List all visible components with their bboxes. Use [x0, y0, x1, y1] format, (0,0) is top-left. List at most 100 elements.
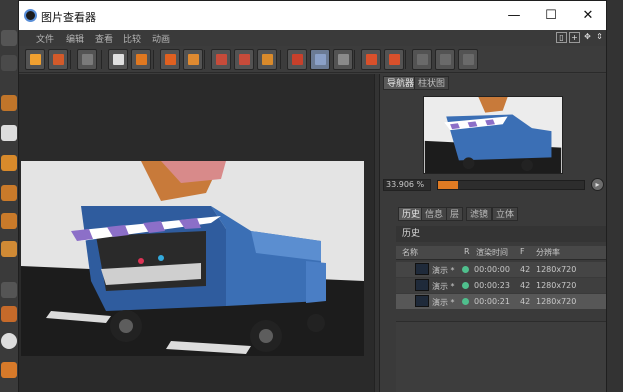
menu-file[interactable]: 文件 — [36, 32, 54, 45]
tab-layers[interactable]: 层 — [446, 207, 464, 221]
picture-viewer-window: 图片查看器 — ☐ ✕ 文件 编辑 查看 比较 动画 ▯ + ✥ ⇕ 导航器 柱… — [18, 0, 607, 392]
split-icon — [315, 54, 326, 65]
menu-edit[interactable]: 编辑 — [66, 32, 84, 45]
row-frame: 42 — [520, 297, 531, 306]
panel-layout-icon[interactable]: ▯ — [556, 32, 567, 43]
row-name: 演示 * — [432, 266, 455, 275]
mouse-icon[interactable] — [1, 306, 17, 322]
dim-1-button[interactable] — [412, 49, 432, 70]
split-button[interactable] — [310, 49, 330, 70]
export-icon — [136, 54, 147, 65]
tab-stereo[interactable]: 立体 — [492, 207, 519, 221]
render-thumbnail — [415, 279, 429, 291]
render-status-icon — [462, 298, 469, 305]
row-name: 演示 * — [432, 282, 455, 291]
history-column-header: 名称 R 渲染时间 F 分辨率 — [396, 246, 606, 260]
menu-view[interactable]: 查看 — [95, 32, 113, 45]
cube-icon[interactable] — [1, 185, 17, 201]
minimize-button[interactable]: — — [499, 6, 529, 26]
zoom-reset-button[interactable]: ▸ — [591, 178, 604, 191]
tab-navigator[interactable]: 导航器 — [383, 76, 419, 90]
open-folder-button[interactable] — [25, 49, 45, 70]
zoom-slider[interactable] — [437, 180, 585, 190]
swap-button[interactable] — [333, 49, 353, 70]
save-icon — [53, 54, 64, 65]
tab-histogram[interactable]: 柱状图 — [414, 76, 450, 90]
compare-ab-button[interactable] — [287, 49, 307, 70]
save-button[interactable] — [48, 49, 68, 70]
set-a-button[interactable] — [361, 49, 381, 70]
row-resolution: 1280x720 — [536, 297, 577, 306]
background-app-rightstrip — [607, 0, 623, 392]
render-status-icon — [462, 266, 469, 273]
grid-icon — [82, 54, 93, 65]
grid-icon[interactable] — [1, 155, 17, 171]
add-panel-icon[interactable]: + — [569, 32, 580, 43]
render-thumbnail — [415, 295, 429, 307]
magnet-icon[interactable] — [1, 362, 17, 378]
frame-a-button[interactable] — [211, 49, 231, 70]
history-row[interactable]: 演示 * 00:00:21 42 1280x720 — [396, 294, 606, 309]
row-resolution: 1280x720 — [536, 265, 577, 274]
open-folder-icon — [30, 54, 41, 65]
set-b-icon — [389, 54, 400, 65]
toolbar — [19, 46, 606, 73]
row-resolution: 1280x720 — [536, 281, 577, 290]
paste-button[interactable] — [183, 49, 203, 70]
row-frame: 42 — [520, 281, 531, 290]
menu-animation[interactable]: 动画 — [152, 32, 170, 45]
tool-icon[interactable] — [1, 282, 17, 298]
copy-button[interactable] — [160, 49, 180, 70]
expand-panel-icon[interactable]: ⇕ — [594, 32, 605, 43]
image-viewport[interactable] — [19, 74, 374, 392]
rendered-image — [21, 161, 364, 356]
s-icon[interactable] — [1, 333, 17, 349]
tab-info[interactable]: 信息 — [421, 207, 448, 221]
history-row[interactable]: 演示 * 00:00:00 42 1280x720 — [396, 262, 606, 277]
move-button[interactable] — [108, 49, 128, 70]
frame-b-icon — [239, 54, 250, 65]
render-button[interactable] — [257, 49, 277, 70]
move-panel-icon[interactable]: ✥ — [582, 32, 593, 43]
set-a-icon — [366, 54, 377, 65]
dim-2-icon — [440, 54, 451, 65]
menu-bar: 文件 编辑 查看 比较 动画 ▯ + ✥ ⇕ — [19, 30, 606, 46]
swap-icon — [338, 54, 349, 65]
cube-icon[interactable] — [1, 95, 17, 111]
close-button[interactable]: ✕ — [573, 6, 603, 26]
column-r[interactable]: R — [464, 247, 470, 256]
menu-compare[interactable]: 比较 — [123, 32, 141, 45]
set-b-button[interactable] — [384, 49, 404, 70]
copy-icon — [165, 54, 176, 65]
cube-icon[interactable] — [1, 213, 17, 229]
toolbar-separator — [70, 50, 71, 69]
column-render-time[interactable]: 渲染时间 — [476, 247, 508, 258]
row-time: 00:00:23 — [474, 281, 510, 290]
frame-a-icon — [216, 54, 227, 65]
column-f[interactable]: F — [520, 247, 525, 256]
tool-icon[interactable] — [1, 30, 17, 46]
zoom-row: 33.906 % ▸ — [380, 178, 606, 192]
column-name[interactable]: 名称 — [402, 247, 418, 258]
dim-2-button[interactable] — [435, 49, 455, 70]
zoom-input[interactable]: 33.906 % — [383, 179, 431, 191]
maximize-button[interactable]: ☐ — [536, 6, 566, 26]
paste-icon — [188, 54, 199, 65]
row-time: 00:00:21 — [474, 297, 510, 306]
row-name: 演示 * — [432, 298, 455, 307]
dim-3-button[interactable] — [458, 49, 478, 70]
right-panel: 导航器 柱状图 33.906 % ▸ 历史 信息 层 滤镜 立体 历史 名称 R… — [380, 74, 606, 392]
cube-icon[interactable] — [1, 241, 17, 257]
tab-filter[interactable]: 滤镜 — [466, 207, 493, 221]
grid-button[interactable] — [77, 49, 97, 70]
history-list-empty-area — [396, 321, 606, 392]
tool-icon[interactable] — [1, 55, 17, 71]
frame-b-button[interactable] — [234, 49, 254, 70]
checker-icon[interactable] — [1, 125, 17, 141]
export-button[interactable] — [131, 49, 151, 70]
move-icon — [113, 54, 124, 65]
history-row[interactable]: 演示 * 00:00:23 42 1280x720 — [396, 278, 606, 293]
navigator-preview[interactable] — [423, 96, 563, 174]
compare-ab-icon — [292, 54, 303, 65]
column-resolution[interactable]: 分辨率 — [536, 247, 560, 258]
